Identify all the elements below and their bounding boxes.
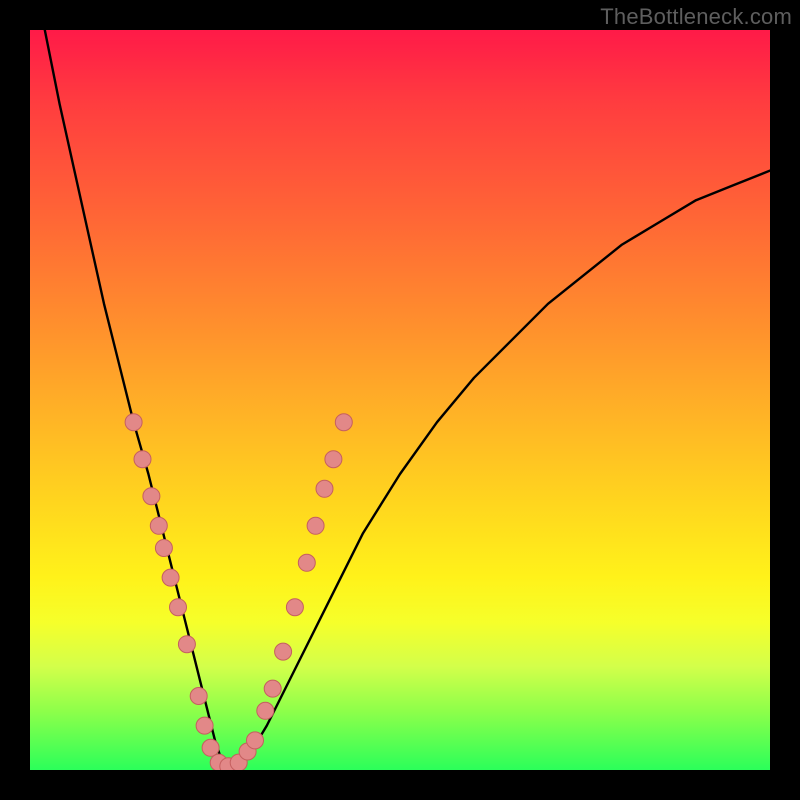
data-marker [298,554,315,571]
data-marker [143,488,160,505]
data-marker [286,599,303,616]
plot-svg [30,30,770,770]
data-marker [264,680,281,697]
data-marker [134,451,151,468]
data-marker [307,517,324,534]
data-marker [247,732,264,749]
curve-path [45,30,770,770]
chart-stage: TheBottleneck.com [0,0,800,800]
data-marker [162,569,179,586]
data-marker [202,739,219,756]
data-marker [335,414,352,431]
data-marker [257,702,274,719]
marker-layer [125,414,352,770]
data-marker [196,717,213,734]
curve-layer [45,30,770,770]
data-marker [325,451,342,468]
data-marker [155,540,172,557]
data-marker [150,517,167,534]
plot-area [30,30,770,770]
data-marker [316,480,333,497]
data-marker [275,643,292,660]
data-marker [125,414,142,431]
data-marker [170,599,187,616]
watermark-text: TheBottleneck.com [600,4,792,30]
data-marker [178,636,195,653]
data-marker [190,688,207,705]
